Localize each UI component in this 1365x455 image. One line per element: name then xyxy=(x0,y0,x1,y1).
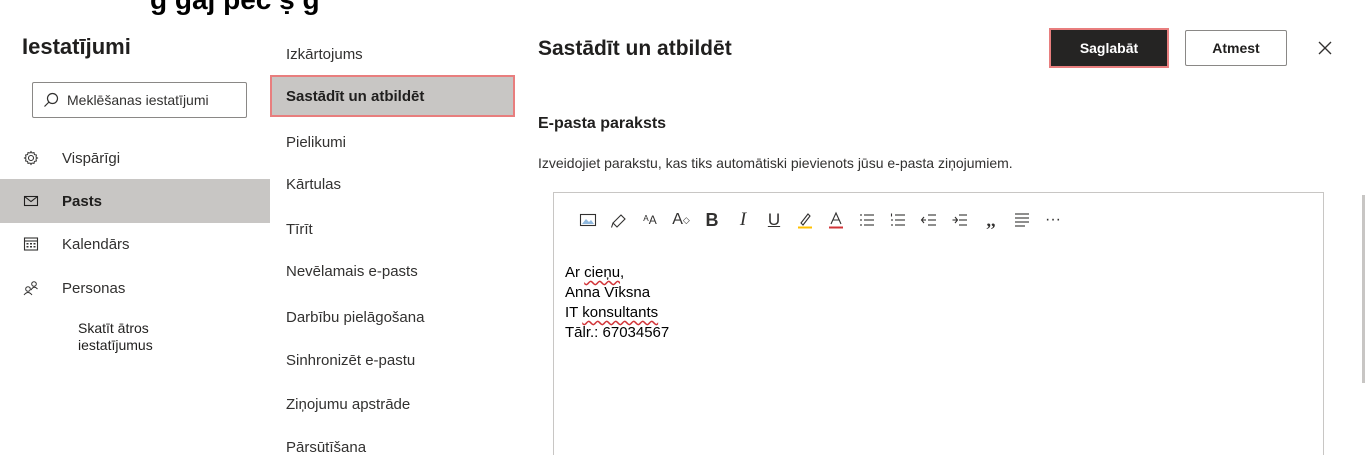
menu-item-forwarding[interactable]: Pārsūtīšana xyxy=(270,426,515,455)
settings-sidebar: Iestatījumi Vispārīgi Pasts Kalendārs Pe… xyxy=(0,0,270,455)
increase-indent-icon[interactable] xyxy=(946,209,974,231)
signature-line: IT konsultants xyxy=(565,303,669,323)
people-icon xyxy=(22,279,40,297)
font-color-icon[interactable] xyxy=(822,209,850,231)
align-icon[interactable] xyxy=(1008,209,1036,231)
misspelled-word: konsultants xyxy=(582,304,659,321)
numbering-icon[interactable] xyxy=(884,209,912,231)
signature-text-segment: IT xyxy=(565,304,583,321)
gear-icon xyxy=(22,149,40,167)
decrease-indent-icon[interactable] xyxy=(915,209,943,231)
bold-icon[interactable]: B xyxy=(698,209,726,231)
sidebar-item-general[interactable]: Vispārīgi xyxy=(0,136,270,180)
menu-item-attachments[interactable]: Pielikumi xyxy=(270,121,515,163)
close-icon xyxy=(1318,41,1332,55)
signature-heading: E-pasta paraksts xyxy=(538,115,667,132)
panel-title: Sastādīt un atbildēt xyxy=(538,37,732,60)
bullets-icon[interactable] xyxy=(853,209,881,231)
menu-item-compose-reply[interactable]: Sastādīt un atbildēt xyxy=(270,75,515,117)
font-size-icon[interactable]: ᴬA xyxy=(636,209,664,231)
mail-settings-menu: Izkārtojums Sastādīt un atbildēt Pieliku… xyxy=(270,0,515,455)
save-button[interactable]: Saglabāt xyxy=(1049,28,1169,68)
sidebar-item-label: Vispārīgi xyxy=(62,149,121,167)
sidebar-item-calendar[interactable]: Kalendārs xyxy=(0,222,270,266)
search-box[interactable] xyxy=(32,82,247,118)
discard-button[interactable]: Atmest xyxy=(1185,30,1287,66)
signature-line: Ar cieņu, xyxy=(565,263,669,283)
sidebar-item-people[interactable]: Personas xyxy=(0,266,270,310)
search-input[interactable] xyxy=(67,92,247,108)
quick-settings-link[interactable]: Skatīt ātros iestatījumus xyxy=(78,320,218,354)
sidebar-item-mail[interactable]: Pasts xyxy=(0,179,270,223)
mail-icon xyxy=(22,192,40,210)
close-button[interactable] xyxy=(1311,34,1339,62)
editor-toolbar: ᴬA A ◇ B I U ,, ··· xyxy=(574,209,1070,231)
signature-text[interactable]: Ar cieņu, Anna Vīksna IT konsultants Tāl… xyxy=(565,263,669,343)
compose-reply-panel: Sastādīt un atbildēt Saglabāt Atmest E-p… xyxy=(515,0,1365,455)
signature-description: Izveidojiet parakstu, kas tiks automātis… xyxy=(538,155,1013,171)
settings-title: Iestatījumi xyxy=(22,34,131,59)
menu-item-sweep[interactable]: Tīrīt xyxy=(270,208,515,250)
quote-icon[interactable]: ,, xyxy=(977,209,1005,231)
menu-item-rules[interactable]: Kārtulas xyxy=(270,163,515,205)
image-icon[interactable] xyxy=(574,209,602,231)
signature-text-segment: , xyxy=(620,264,625,281)
highlight-icon[interactable] xyxy=(791,209,819,231)
search-icon xyxy=(44,92,59,107)
format-painter-icon[interactable] xyxy=(605,209,633,231)
italic-icon[interactable]: I xyxy=(729,209,757,231)
signature-text-segment: Ar xyxy=(565,264,585,281)
misspelled-word: cieņu xyxy=(584,264,621,281)
more-icon[interactable]: ··· xyxy=(1039,209,1067,231)
menu-item-customize-actions[interactable]: Darbību pielāgošana xyxy=(270,296,515,338)
underline-icon[interactable]: U xyxy=(760,209,788,231)
menu-item-layout[interactable]: Izkārtojums xyxy=(270,33,515,75)
signature-line: Tālr.: 67034567 xyxy=(565,324,670,341)
menu-item-junk-email[interactable]: Nevēlamais e-pasts xyxy=(270,250,515,292)
signature-line: Anna Vīksna xyxy=(565,284,651,301)
sidebar-item-label: Kalendārs xyxy=(62,235,130,253)
sidebar-item-label: Pasts xyxy=(62,192,103,210)
font-grow-icon[interactable]: A ◇ xyxy=(667,209,695,231)
calendar-icon xyxy=(22,235,40,253)
sidebar-item-label: Personas xyxy=(62,279,126,297)
menu-item-message-handling[interactable]: Ziņojumu apstrāde xyxy=(270,383,515,425)
signature-editor[interactable]: ᴬA A ◇ B I U ,, ··· Ar cieņu, Anna Vīksna… xyxy=(553,192,1324,455)
menu-item-sync-email[interactable]: Sinhronizēt e-pastu xyxy=(270,339,515,381)
settings-window: g gaj pēc ṣ g Iestatījumi Vispārīgi Past… xyxy=(0,0,1365,455)
